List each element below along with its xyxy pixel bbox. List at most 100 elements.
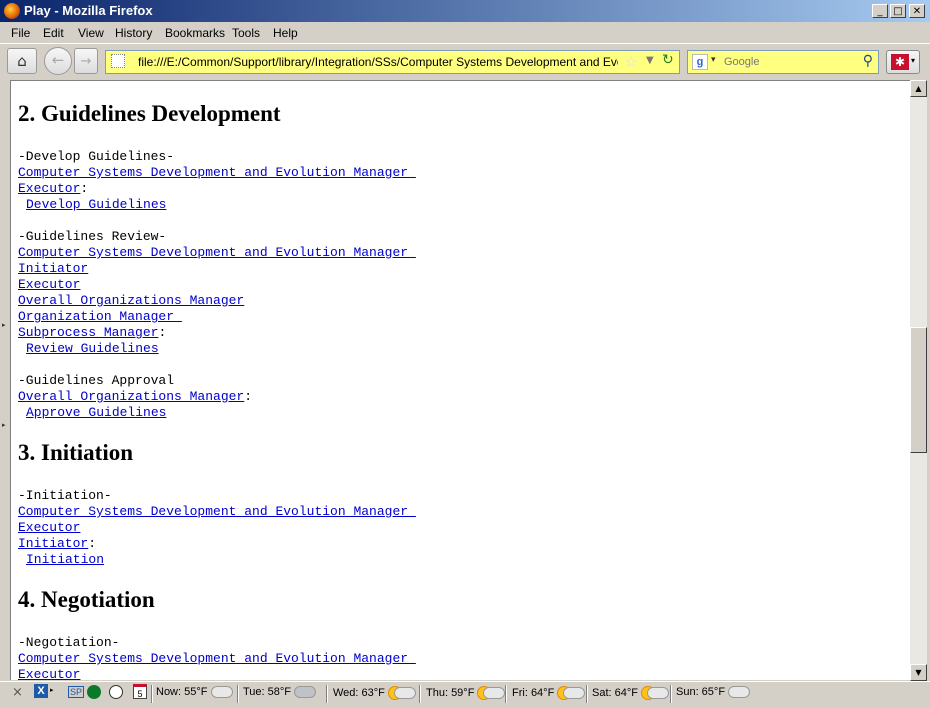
calendar-icon[interactable]: 5: [133, 684, 147, 699]
home-icon: ⌂: [17, 52, 27, 70]
approve-guidelines-link[interactable]: Approve Guidelines: [26, 405, 166, 420]
divider: [505, 685, 507, 703]
role-link[interactable]: Subprocess Manager: [18, 325, 158, 340]
url-bar[interactable]: file:///E:/Common/Support/library/Integr…: [105, 50, 680, 74]
home-button[interactable]: ⌂: [7, 48, 37, 74]
weather-sat[interactable]: Sat: 64°F: [592, 686, 670, 700]
cloud-icon: [210, 686, 233, 699]
weather-label: Sat: 64°F: [592, 686, 638, 699]
weather-thu[interactable]: Thu: 59°F: [426, 686, 506, 700]
weather-label: Fri: 64°F: [512, 686, 555, 699]
cloud-icon: [647, 687, 670, 699]
heading-initiation: 3. Initiation: [18, 440, 134, 465]
cloud-icon: [728, 686, 751, 699]
menu-edit[interactable]: Edit: [43, 26, 64, 40]
divider: [586, 685, 588, 703]
bookmark-star-icon[interactable]: ☆: [624, 52, 638, 71]
menu-bar: File Edit View History Bookmarks Tools H…: [0, 22, 930, 43]
weather-wed[interactable]: Wed: 63°F: [333, 686, 416, 700]
colon: :: [88, 536, 97, 551]
role-link[interactable]: Organization Manager: [18, 309, 182, 324]
scroll-up-button[interactable]: ▲: [910, 80, 927, 97]
weather-now[interactable]: Now: 55°F: [156, 686, 233, 699]
menu-history[interactable]: History: [115, 26, 152, 40]
menu-help[interactable]: Help: [273, 26, 298, 40]
back-button[interactable]: ←: [44, 47, 72, 75]
role-link[interactable]: Computer Systems Development and Evoluti…: [18, 245, 416, 260]
firefox-icon: [4, 3, 20, 19]
review-guidelines-link[interactable]: Review Guidelines: [26, 341, 159, 356]
search-icon[interactable]: ⚲: [863, 53, 873, 69]
search-bar[interactable]: g ▾ Google ⚲: [687, 50, 879, 74]
vertical-scrollbar[interactable]: ▲ ▼: [910, 80, 927, 681]
role-link[interactable]: Executor: [18, 520, 80, 535]
engine-dropdown-icon[interactable]: ▾: [711, 55, 716, 65]
menu-view[interactable]: View: [78, 26, 104, 40]
google-engine-icon[interactable]: g: [692, 54, 708, 70]
addon-button[interactable]: ✱ ▾: [886, 50, 920, 74]
initiation-title: -Initiation-: [18, 488, 112, 503]
role-link[interactable]: Computer Systems Development and Evoluti…: [18, 651, 416, 666]
weather-sun[interactable]: Sun: 65°F: [676, 686, 751, 699]
close-icon[interactable]: ×: [12, 685, 23, 700]
page-content: 2. Guidelines Development -Develop Guide…: [10, 80, 910, 680]
weather-label: Wed: 63°F: [333, 686, 385, 699]
colon: :: [244, 389, 253, 404]
extension-x-icon[interactable]: X: [34, 684, 48, 698]
scroll-thumb[interactable]: [910, 327, 927, 453]
clock-icon[interactable]: [109, 685, 123, 699]
search-input[interactable]: Google: [724, 56, 759, 68]
close-button[interactable]: ✕: [909, 4, 925, 18]
menu-tools[interactable]: Tools: [232, 26, 260, 40]
role-link[interactable]: Overall Organizations Manager: [18, 389, 244, 404]
minimize-button[interactable]: _: [872, 4, 888, 18]
addon-dropdown-icon: ▾: [911, 56, 916, 65]
weather-label: Now: 55°F: [156, 686, 208, 698]
scroll-down-button[interactable]: ▼: [910, 664, 927, 681]
weather-tue[interactable]: Tue: 58°F: [243, 686, 317, 699]
role-link[interactable]: Executor: [18, 181, 80, 196]
menu-bookmarks[interactable]: Bookmarks: [165, 26, 225, 40]
heading-negotiation: 4. Negotiation: [18, 587, 155, 612]
divider: [670, 685, 672, 703]
role-link[interactable]: Overall Organizations Manager: [18, 293, 244, 308]
cloud-icon: [483, 687, 506, 699]
guidelines-approval-title: -Guidelines Approval: [18, 373, 175, 388]
url-text[interactable]: file:///E:/Common/Support/library/Integr…: [138, 55, 618, 69]
guidelines-review-title: -Guidelines Review-: [18, 229, 167, 244]
role-link[interactable]: Computer Systems Development and Evoluti…: [18, 165, 416, 180]
weather-label: Tue: 58°F: [243, 686, 292, 698]
addon-icon: ✱: [891, 54, 909, 70]
extension-dropdown-icon[interactable]: ▸: [50, 686, 54, 694]
reload-icon[interactable]: ↻: [662, 52, 674, 68]
status-bar: × X ▸ SP 5 Now: 55°F Tue: 58°F Wed: 63°F…: [0, 681, 930, 708]
role-link[interactable]: Initiator: [18, 536, 88, 551]
role-link[interactable]: Computer Systems Development and Evoluti…: [18, 504, 416, 519]
title-bar: Play - Mozilla Firefox _ □ ✕: [0, 0, 930, 22]
forward-button[interactable]: →: [74, 48, 98, 74]
role-link[interactable]: Initiator: [18, 261, 88, 276]
cloud-icon: [563, 687, 586, 699]
colon: :: [158, 325, 167, 340]
divider: [237, 685, 239, 703]
role-link[interactable]: Executor: [18, 667, 80, 680]
page-icon: [111, 54, 125, 68]
menu-file[interactable]: File: [11, 26, 30, 40]
divider: [151, 685, 153, 703]
sidebar-grip-icon[interactable]: ▸ ▸: [2, 320, 6, 430]
rain-cloud-icon: [294, 686, 317, 699]
window-title: Play - Mozilla Firefox: [24, 3, 153, 18]
back-arrow-icon: ←: [51, 51, 65, 69]
sp-badge[interactable]: SP: [68, 686, 85, 698]
weather-fri[interactable]: Fri: 64°F: [512, 686, 586, 700]
role-link[interactable]: Executor: [18, 277, 80, 292]
develop-guidelines-link[interactable]: Develop Guidelines: [26, 197, 166, 212]
weather-label: Sun: 65°F: [676, 686, 726, 698]
initiation-link[interactable]: Initiation: [26, 552, 104, 567]
forward-arrow-icon: →: [80, 54, 92, 69]
history-dropdown-icon[interactable]: ▼: [646, 55, 654, 66]
maximize-button[interactable]: □: [890, 4, 906, 18]
develop-guidelines-title: -Develop Guidelines-: [18, 149, 175, 164]
status-globe-icon[interactable]: [87, 685, 101, 699]
heading-guidelines-development: 2. Guidelines Development: [18, 101, 281, 126]
